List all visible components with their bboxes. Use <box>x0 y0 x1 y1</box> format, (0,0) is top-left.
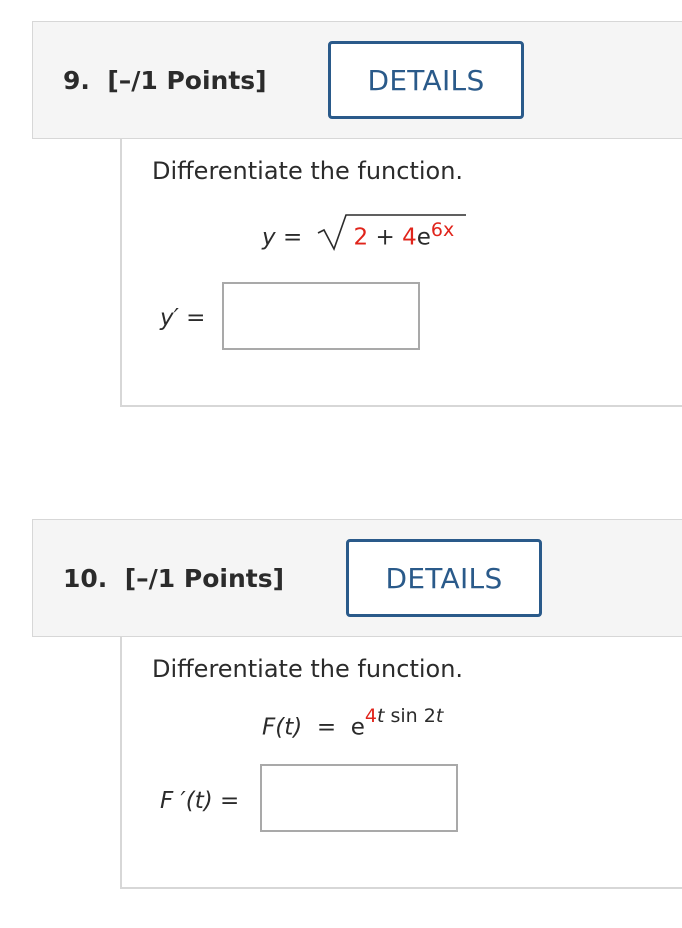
radicand-exponent: 6x <box>430 219 455 241</box>
question-9-number: 9. <box>63 65 90 95</box>
question-9-body: Differentiate the function. y = 2 + 4e6x… <box>120 139 682 407</box>
question-9-answer-input[interactable] <box>222 282 420 350</box>
question-9-points: [–/1 Points] <box>107 65 267 95</box>
square-root: 2 + 4e6x <box>316 214 466 251</box>
question-9-details-button[interactable]: DETAILS <box>328 41 524 119</box>
equation-base: e <box>350 714 365 741</box>
equation-equals: = <box>316 714 337 741</box>
question-10-title: 10. [–/1 Points] <box>63 520 284 636</box>
question-10-body: Differentiate the function. F(t) = e4t s… <box>120 637 682 889</box>
question-10-answer-input[interactable] <box>260 764 458 832</box>
exponent-coefficient: 4 <box>364 705 377 727</box>
question-9-answer-label: y′ = <box>160 305 206 331</box>
exponent-func: sin 2 <box>390 705 436 727</box>
question-10-header: 10. [–/1 Points] DETAILS <box>32 519 682 637</box>
question-9-title: 9. [–/1 Points] <box>63 22 267 138</box>
question-10-number: 10. <box>63 563 108 593</box>
question-10-equation: F(t) = e4t sin 2t <box>262 705 443 741</box>
question-9-prompt: Differentiate the function. <box>152 157 464 185</box>
question-10-prompt: Differentiate the function. <box>152 655 464 683</box>
equation-lhs: F(t) <box>262 714 303 741</box>
exponent-var: t <box>376 705 385 727</box>
question-10-points: [–/1 Points] <box>124 563 284 593</box>
equation-lhs: y <box>262 224 276 251</box>
equation-exponent: 4t sin 2t <box>365 705 443 727</box>
question-10-details-button[interactable]: DETAILS <box>346 539 542 617</box>
equation-equals: = <box>282 224 303 251</box>
exponent-var2: t <box>435 705 444 727</box>
question-9-equation: y = 2 + 4e6x <box>262 214 466 251</box>
question-9-header: 9. [–/1 Points] DETAILS <box>32 21 682 139</box>
question-10-answer-label: F ′(t) = <box>160 788 240 814</box>
